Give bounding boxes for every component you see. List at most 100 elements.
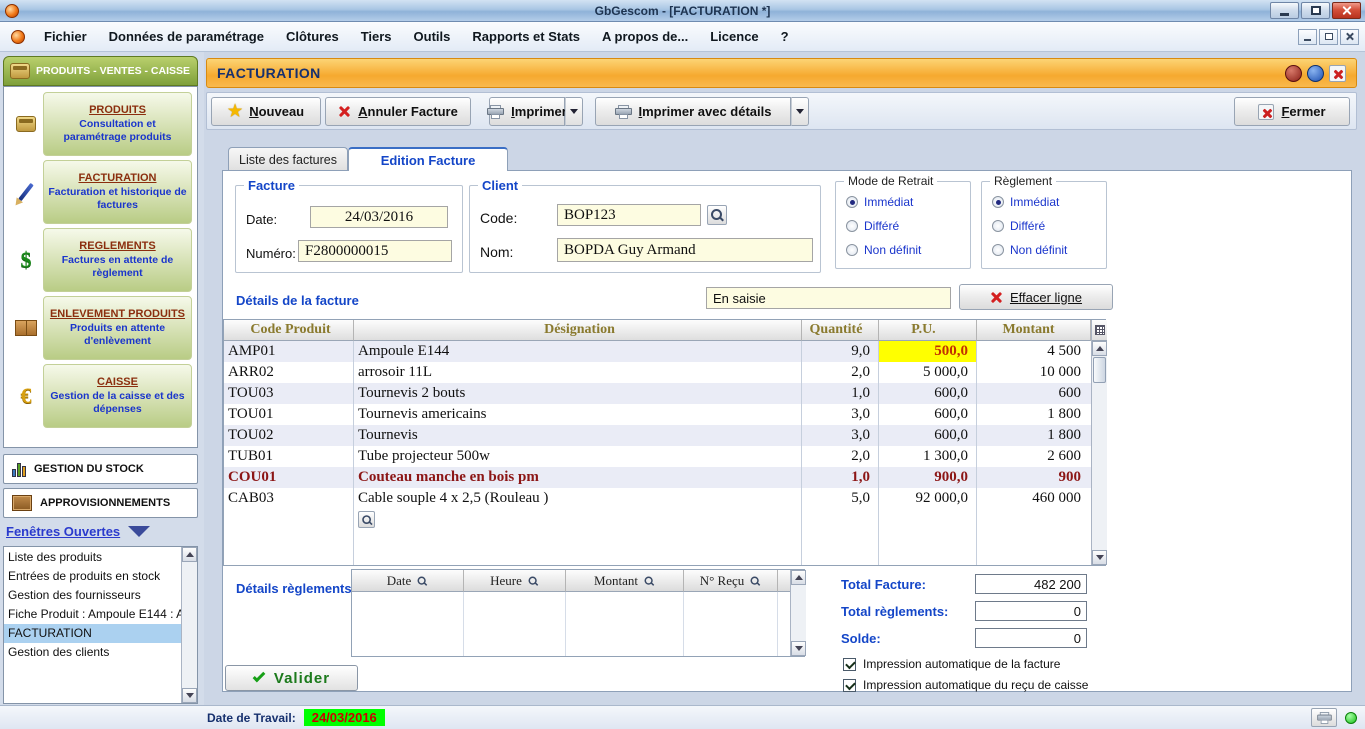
cell-montant[interactable]: 2 600	[977, 446, 1091, 467]
cell-designation[interactable]: Tournevis	[354, 425, 802, 446]
list-item-active[interactable]: FACTURATION	[4, 624, 181, 643]
column-header-quantite[interactable]: Quantité	[802, 320, 879, 341]
radio-reglement-non-definit[interactable]: Non définit	[992, 243, 1067, 257]
list-item[interactable]: Liste des produits	[4, 548, 181, 567]
cell-montant[interactable]: 4 500	[977, 341, 1091, 362]
column-header-pu[interactable]: P.U.	[879, 320, 977, 341]
client-search-button[interactable]	[707, 205, 727, 225]
menu-rapports-stats[interactable]: Rapports et Stats	[461, 24, 591, 49]
fermer-button[interactable]: Fermer	[1234, 97, 1350, 126]
cell-designation[interactable]: Tube projecteur 500w	[354, 446, 802, 467]
gestion-stock-button[interactable]: GESTION DU STOCK	[3, 454, 198, 484]
list-item[interactable]: Gestion des clients	[4, 643, 181, 662]
cell-designation[interactable]: Ampoule E144	[354, 341, 802, 362]
scroll-up-button[interactable]	[182, 547, 197, 562]
list-item[interactable]: Fiche Produit : Ampoule E144 : A	[4, 605, 181, 624]
client-code-field[interactable]: BOP123	[557, 204, 701, 226]
print-status-button[interactable]	[1311, 708, 1337, 727]
cell-designation[interactable]: Tournevis 2 bouts	[354, 383, 802, 404]
menu-a-propos[interactable]: A propos de...	[591, 24, 699, 49]
close-panel-icon[interactable]	[1329, 65, 1346, 82]
cell-pu[interactable]: 600,0	[879, 425, 977, 446]
sidebar-item-reglements[interactable]: $ REGLEMENTS Factures en attente de règl…	[9, 228, 192, 292]
table-row[interactable]: CAB03 Cable souple 4 x 2,5 (Rouleau ) 5,…	[224, 488, 1091, 509]
cell-montant[interactable]: 10 000	[977, 362, 1091, 383]
table-row[interactable]: TUB01 Tube projecteur 500w 2,0 1 300,0 2…	[224, 446, 1091, 467]
cell-code[interactable]: ARR02	[224, 362, 354, 383]
column-header-montant[interactable]: Montant	[977, 320, 1091, 341]
statut-facture-field[interactable]: En saisie	[706, 287, 951, 309]
menu-tiers[interactable]: Tiers	[350, 24, 403, 49]
client-nom-field[interactable]: BOPDA Guy Armand	[557, 238, 813, 262]
row-lookup-button[interactable]	[358, 511, 375, 528]
radio-retrait-non-definit[interactable]: Non définit	[846, 243, 921, 257]
cell-quantite[interactable]: 1,0	[802, 383, 879, 404]
imprimer-button[interactable]: Imprimer	[489, 97, 565, 126]
sidebar-item-caisse[interactable]: € CAISSE Gestion de la caisse et des dép…	[9, 364, 192, 428]
cell-quantite[interactable]: 5,0	[802, 488, 879, 509]
column-header-montant[interactable]: Montant	[566, 570, 684, 592]
cell-montant[interactable]: 900	[977, 467, 1091, 488]
column-header-recu[interactable]: N° Reçu	[684, 570, 778, 592]
cell-pu[interactable]: 1 300,0	[879, 446, 977, 467]
total-facture-field[interactable]: 482 200	[975, 574, 1087, 594]
cell-code[interactable]: CAB03	[224, 488, 354, 509]
annuler-facture-button[interactable]: Annuler Facture	[325, 97, 471, 126]
column-header-date[interactable]: Date	[352, 570, 464, 592]
scroll-down-button[interactable]	[182, 688, 197, 703]
menu-donnees-parametrage[interactable]: Données de paramétrage	[98, 24, 275, 49]
table-row[interactable]: TOU01 Tournevis americains 3,0 600,0 1 8…	[224, 404, 1091, 425]
menu-fichier[interactable]: Fichier	[33, 24, 98, 49]
cell-montant[interactable]: 1 800	[977, 404, 1091, 425]
tab-edition-facture[interactable]: Edition Facture	[348, 147, 508, 171]
scroll-up-button[interactable]	[1092, 341, 1107, 356]
table-row[interactable]: TOU03 Tournevis 2 bouts 1,0 600,0 600	[224, 383, 1091, 404]
imprimer-details-dropdown-button[interactable]	[791, 97, 809, 126]
table-row[interactable]: TOU02 Tournevis 3,0 600,0 1 800	[224, 425, 1091, 446]
column-header-code[interactable]: Code Produit	[224, 320, 354, 341]
cell-quantite[interactable]: 3,0	[802, 404, 879, 425]
checkbox-impression-recu[interactable]: Impression automatique du reçu de caisse	[843, 678, 1088, 692]
approvisionnements-button[interactable]: APPROVISIONNEMENTS	[3, 488, 198, 518]
cell-code[interactable]: COU01	[224, 467, 354, 488]
cell-pu[interactable]: 600,0	[879, 383, 977, 404]
red-dot-icon[interactable]	[1285, 65, 1302, 82]
valider-button[interactable]: Valider	[225, 665, 358, 691]
cell-quantite[interactable]: 3,0	[802, 425, 879, 446]
column-header-heure[interactable]: Heure	[464, 570, 566, 592]
cell-quantite[interactable]: 1,0	[802, 467, 879, 488]
maximize-button[interactable]	[1301, 2, 1330, 19]
cell-pu[interactable]: 600,0	[879, 404, 977, 425]
table-corner-button[interactable]	[1092, 320, 1107, 341]
cell-designation[interactable]: Tournevis americains	[354, 404, 802, 425]
radio-retrait-differe[interactable]: Différé	[846, 219, 899, 233]
cell-pu[interactable]: 900,0	[879, 467, 977, 488]
list-item[interactable]: Gestion des fournisseurs	[4, 586, 181, 605]
cell-designation[interactable]: Cable souple 4 x 2,5 (Rouleau )	[354, 488, 802, 509]
mdi-close-button[interactable]	[1340, 29, 1359, 45]
cell-code[interactable]: TOU03	[224, 383, 354, 404]
cell-montant[interactable]: 600	[977, 383, 1091, 404]
tab-liste-factures[interactable]: Liste des factures	[228, 147, 348, 171]
imprimer-dropdown-button[interactable]	[565, 97, 583, 126]
radio-reglement-immediat[interactable]: Immédiat	[992, 195, 1059, 209]
chevron-down-icon[interactable]	[128, 526, 150, 537]
date-field[interactable]: 24/03/2016	[310, 206, 448, 228]
mdi-minimize-button[interactable]	[1298, 29, 1317, 45]
cell-code[interactable]: TOU01	[224, 404, 354, 425]
total-reglements-field[interactable]: 0	[975, 601, 1087, 621]
menu-licence[interactable]: Licence	[699, 24, 769, 49]
mdi-restore-button[interactable]	[1319, 29, 1338, 45]
blue-dot-icon[interactable]	[1307, 65, 1324, 82]
cell-code[interactable]: TOU02	[224, 425, 354, 446]
sidebar-item-enlevement[interactable]: ENLEVEMENT PRODUITS Produits en attente …	[9, 296, 192, 360]
radio-reglement-differe[interactable]: Différé	[992, 219, 1045, 233]
scroll-down-button[interactable]	[791, 641, 806, 656]
cell-montant[interactable]: 460 000	[977, 488, 1091, 509]
cell-pu-selected[interactable]: 500,0	[879, 341, 977, 362]
numero-field[interactable]: F2800000015	[298, 240, 452, 262]
menu-outils[interactable]: Outils	[403, 24, 462, 49]
list-item[interactable]: Entrées de produits en stock	[4, 567, 181, 586]
cell-designation[interactable]: Couteau manche en bois pm	[354, 467, 802, 488]
column-header-designation[interactable]: Désignation	[354, 320, 802, 341]
